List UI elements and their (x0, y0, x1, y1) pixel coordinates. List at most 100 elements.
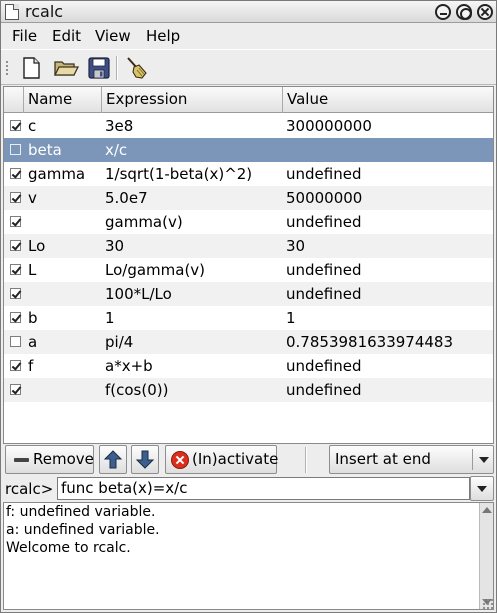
row-expression: pi/4 (105, 333, 134, 351)
row-name: a (28, 333, 38, 351)
row-value: undefined (286, 261, 362, 279)
maximize-button[interactable] (456, 4, 472, 20)
table-row[interactable]: c 3e8 300000000 (4, 114, 493, 138)
chevron-down-icon (479, 457, 489, 463)
table-row[interactable]: gamma 1/sqrt(1-beta(x)^2) undefined (4, 162, 493, 186)
row-value: 30 (286, 237, 306, 255)
column-header-name[interactable]: Name (24, 87, 102, 113)
row-value: undefined (286, 381, 362, 399)
table-row[interactable]: 100*L/Lo undefined (4, 282, 493, 306)
resize-grip-icon[interactable] (482, 598, 494, 610)
toolbar (1, 49, 496, 85)
row-name: L (28, 261, 37, 279)
active-checkbox[interactable] (10, 192, 21, 203)
table-row[interactable]: v 5.0e7 50000000 (4, 186, 493, 210)
window-title: rcalc (25, 2, 64, 21)
row-name: beta (28, 141, 62, 159)
toolbar-grip-icon[interactable] (5, 60, 9, 76)
active-checkbox[interactable] (10, 336, 21, 347)
app-window: rcalc File Edit View Help Name Expressio… (0, 0, 497, 613)
move-up-button[interactable] (99, 445, 127, 474)
row-expression: 3e8 (105, 117, 134, 135)
row-expression: f(cos(0)) (105, 381, 169, 399)
row-name: Lo (28, 237, 46, 255)
new-button[interactable] (17, 54, 45, 82)
active-checkbox[interactable] (10, 120, 21, 131)
scroll-up-icon[interactable] (482, 507, 492, 513)
command-prompt: rcalc> (5, 480, 54, 498)
clear-broom-icon (127, 57, 147, 79)
row-name: b (28, 309, 38, 327)
menu-file[interactable]: File (12, 27, 37, 45)
table-row-selected[interactable]: beta x/c (4, 138, 493, 162)
document-icon (5, 4, 19, 20)
table-row[interactable]: gamma(v) undefined (4, 210, 493, 234)
insert-mode-select[interactable]: Insert at end (329, 445, 494, 474)
row-value: 1 (286, 309, 296, 327)
column-header-active[interactable] (4, 87, 24, 113)
table-row[interactable]: a pi/4 0.7853981633974483 (4, 330, 493, 354)
active-checkbox[interactable] (10, 216, 21, 227)
table-row[interactable]: L Lo/gamma(v) undefined (4, 258, 493, 282)
row-value: undefined (286, 213, 362, 231)
output-scrollbar[interactable] (479, 503, 493, 609)
row-expression: Lo/gamma(v) (105, 261, 206, 279)
minimize-button[interactable] (435, 4, 451, 20)
row-value: undefined (286, 285, 362, 303)
active-checkbox[interactable] (10, 168, 21, 179)
active-checkbox[interactable] (10, 312, 21, 323)
row-name: f (28, 357, 34, 375)
new-document-icon (23, 57, 40, 79)
row-expression: x/c (105, 141, 128, 159)
cancel-icon (171, 451, 189, 469)
row-expression: 30 (105, 237, 125, 255)
table-row[interactable]: f a*x+b undefined (4, 354, 493, 378)
column-header-expression[interactable]: Expression (102, 87, 283, 113)
column-header-value[interactable]: Value (283, 87, 493, 113)
table-row[interactable]: Lo 30 30 (4, 234, 493, 258)
active-checkbox[interactable] (10, 264, 21, 275)
table-row[interactable]: b 1 1 (4, 306, 493, 330)
combo-divider (472, 449, 473, 470)
action-separator (305, 447, 307, 473)
toggle-activate-button[interactable]: (In)activate (165, 445, 279, 474)
row-value: undefined (286, 165, 362, 183)
command-history-dropdown[interactable] (470, 476, 494, 501)
arrow-down-icon (135, 450, 155, 469)
action-bar: Remove (In)activate Insert at end (1, 445, 496, 475)
open-button[interactable] (51, 54, 79, 82)
remove-button[interactable]: Remove (5, 445, 94, 474)
open-folder-icon (53, 61, 79, 76)
active-checkbox[interactable] (10, 288, 21, 299)
menu-help[interactable]: Help (146, 27, 180, 45)
title-bar[interactable]: rcalc (1, 1, 496, 23)
table-header: Name Expression Value (4, 87, 493, 113)
active-checkbox[interactable] (10, 144, 21, 155)
row-expression: 5.0e7 (105, 189, 148, 207)
clear-button[interactable] (122, 54, 150, 82)
active-checkbox[interactable] (10, 384, 21, 395)
command-input[interactable]: func beta(x)=x/c (57, 477, 470, 500)
save-button[interactable] (85, 54, 113, 82)
remove-label: Remove (33, 450, 94, 468)
menu-bar: File Edit View Help (1, 24, 496, 47)
output-line: Welcome to rcalc. (6, 540, 131, 556)
menu-view[interactable]: View (95, 27, 131, 45)
save-disk-icon (88, 57, 110, 79)
toolbar-separator (116, 56, 118, 80)
row-value: 50000000 (286, 189, 363, 207)
table-row[interactable]: f(cos(0)) undefined (4, 378, 493, 402)
active-checkbox[interactable] (10, 360, 21, 371)
row-name: gamma (28, 165, 86, 183)
row-expression: 100*L/Lo (105, 285, 172, 303)
move-down-button[interactable] (131, 445, 159, 474)
insert-mode-value: Insert at end (335, 450, 431, 468)
row-expression: 1/sqrt(1-beta(x)^2) (105, 165, 253, 183)
active-checkbox[interactable] (10, 240, 21, 251)
activate-label: (In)activate (192, 450, 279, 468)
expressions-table: Name Expression Value c 3e8 300000000 be… (3, 86, 494, 444)
close-button[interactable] (477, 4, 493, 20)
menu-edit[interactable]: Edit (52, 27, 81, 45)
row-value: undefined (286, 357, 362, 375)
row-expression: 1 (105, 309, 115, 327)
